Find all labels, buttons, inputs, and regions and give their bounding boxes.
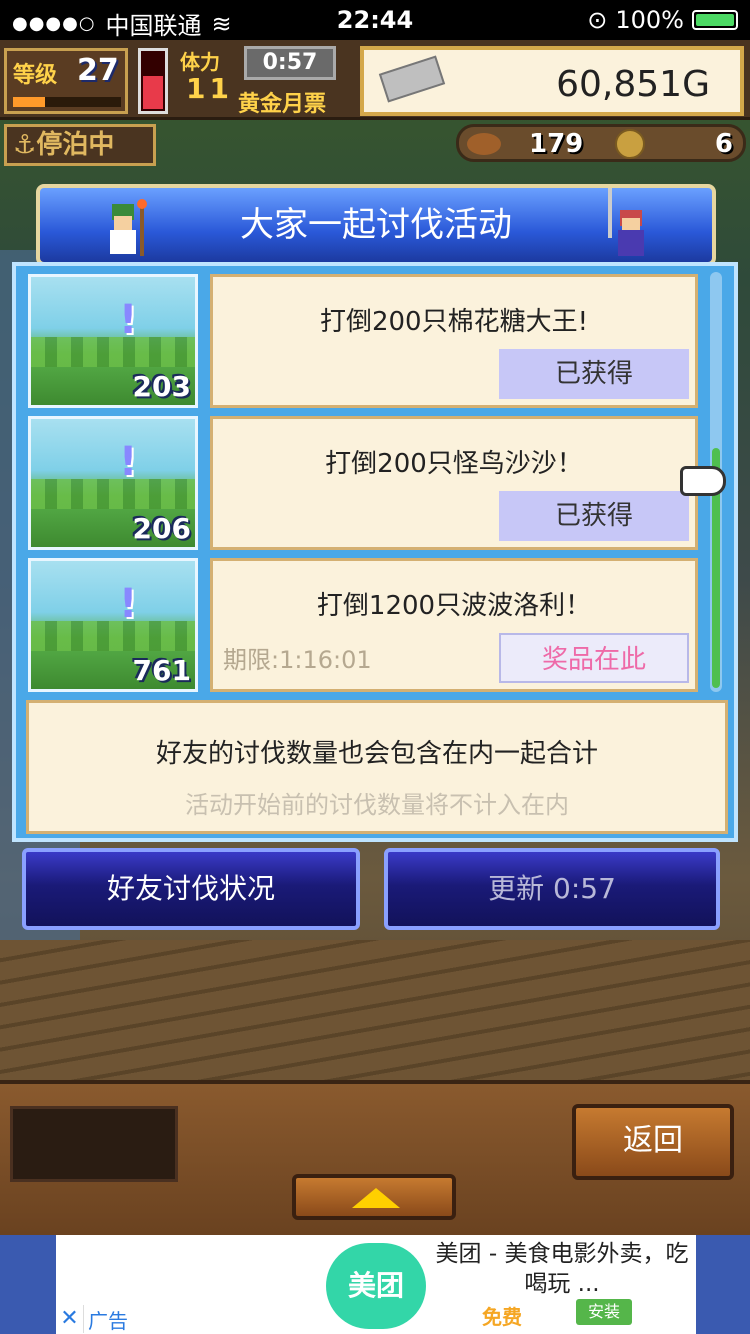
ad-content[interactable]: 美团 美团 - 美食电影外卖，吃喝玩 ... 免费 安装 — [56, 1235, 696, 1334]
rotation-lock-icon: ⊙ — [587, 6, 608, 34]
battery-icon — [692, 10, 738, 30]
experience-bar — [13, 97, 121, 107]
claimed-badge: 已获得 — [499, 491, 689, 541]
ad-label: 广告 — [88, 1309, 128, 1333]
kill-count: 206 — [132, 512, 191, 545]
kill-count: 761 — [132, 654, 191, 687]
dialog-header: 大家一起讨伐活动 — [36, 184, 716, 266]
docked-label: 停泊中 — [36, 130, 115, 160]
claimed-badge: 已获得 — [499, 349, 689, 399]
kill-count: 203 — [132, 370, 191, 403]
medal-count: 6 — [714, 129, 733, 159]
claim-prize-button[interactable]: 奖品在此 — [499, 633, 689, 683]
quest-row: ! 206 打倒200只怪鸟沙沙！ 已获得 — [26, 412, 706, 552]
notice-sub-text: 活动开始前的讨伐数量将不计入在内 — [185, 791, 569, 819]
quest-card: 打倒200只棉花糖大王! 已获得 — [210, 274, 698, 408]
quest-row: ! 203 打倒200只棉花糖大王! 已获得 — [26, 270, 706, 410]
anchor-icon: ⚓ — [13, 130, 37, 160]
food-count: 179 — [529, 129, 584, 159]
quest-list[interactable]: ! 203 打倒200只棉花糖大王! 已获得 ! 206 打倒200只怪鸟沙沙！… — [26, 268, 706, 696]
empty-slot — [10, 1106, 178, 1182]
stamina-label: 体力 — [180, 50, 220, 74]
mage-character-icon — [110, 199, 147, 256]
ad-banner[interactable]: 美团 美团 - 美食电影外卖，吃喝玩 ... 免费 安装 ✕ 广告 — [0, 1235, 750, 1334]
exclamation-icon: ! — [119, 297, 138, 343]
close-icon[interactable]: ✕ — [56, 1305, 84, 1333]
quest-card: 打倒200只怪鸟沙沙！ 已获得 — [210, 416, 698, 550]
status-bar: ●●●●○ 中国联通 ≋ 22:44 ⊙ 100% — [0, 0, 750, 40]
top-hud: 等级 27 体力 11 0:57 黄金月票 60,851G — [0, 40, 750, 120]
quest-title: 打倒200只棉花糖大王! — [319, 307, 589, 337]
gold-amount: 60,851G — [556, 64, 710, 105]
quest-monster-thumbnail: ! 203 — [28, 274, 198, 408]
quest-title: 打倒1200只波波洛利！ — [316, 591, 592, 621]
food-icon — [467, 133, 501, 155]
stamina-timer: 0:57 — [244, 46, 336, 80]
quest-row: ! 761 打倒1200只波波洛利！ 期限:1:16:01 奖品在此 — [26, 554, 706, 694]
quest-deadline: 期限:1:16:01 — [223, 646, 372, 674]
ad-price: 免费 — [482, 1305, 522, 1329]
stamina-value: 11 — [186, 72, 233, 105]
docked-status: ⚓停泊中 — [4, 124, 156, 166]
quest-monster-thumbnail: ! 206 — [28, 416, 198, 550]
ad-title: 美团 - 美食电影外卖，吃喝玩 ... — [435, 1241, 689, 1297]
meituan-logo: 美团 — [326, 1243, 426, 1329]
notice-box: 好友的讨伐数量也会包含在内一起合计 活动开始前的讨伐数量将不计入在内 — [26, 700, 728, 834]
bottom-toolbar: 返回 — [0, 1080, 750, 1235]
stamina-gauge — [138, 48, 168, 114]
pointing-hand-icon — [680, 466, 726, 496]
up-arrow-icon — [352, 1188, 400, 1208]
exclamation-icon: ! — [119, 439, 138, 485]
refresh-button[interactable]: 更新 0:57 — [384, 848, 720, 930]
medal-icon — [615, 129, 645, 159]
quest-title: 打倒200只怪鸟沙沙！ — [325, 449, 583, 479]
level-value: 27 — [77, 53, 119, 88]
quest-card: 打倒1200只波波洛利！ 期限:1:16:01 奖品在此 — [210, 558, 698, 692]
gold-panel: 60,851G — [360, 46, 744, 116]
exclamation-icon: ! — [119, 581, 138, 627]
level-panel: 等级 27 — [4, 48, 128, 114]
quest-monster-thumbnail: ! 761 — [28, 558, 198, 692]
resource-bar: 179 6 — [456, 124, 746, 162]
battery-percent: 100% — [615, 6, 684, 34]
knight-character-icon — [608, 188, 644, 256]
gold-bar-icon — [378, 55, 446, 103]
back-button[interactable]: 返回 — [572, 1104, 734, 1180]
expand-menu-button[interactable] — [292, 1174, 456, 1220]
install-button[interactable]: 安装 — [576, 1299, 632, 1325]
notice-main-text: 好友的讨伐数量也会包含在内一起合计 — [155, 739, 598, 769]
gold-pass-label[interactable]: 黄金月票 — [238, 86, 326, 118]
event-dialog: ! 203 打倒200只棉花糖大王! 已获得 ! 206 打倒200只怪鸟沙沙！… — [12, 262, 738, 842]
level-label: 等级 — [13, 63, 58, 88]
friends-status-button[interactable]: 好友讨伐状况 — [22, 848, 360, 930]
